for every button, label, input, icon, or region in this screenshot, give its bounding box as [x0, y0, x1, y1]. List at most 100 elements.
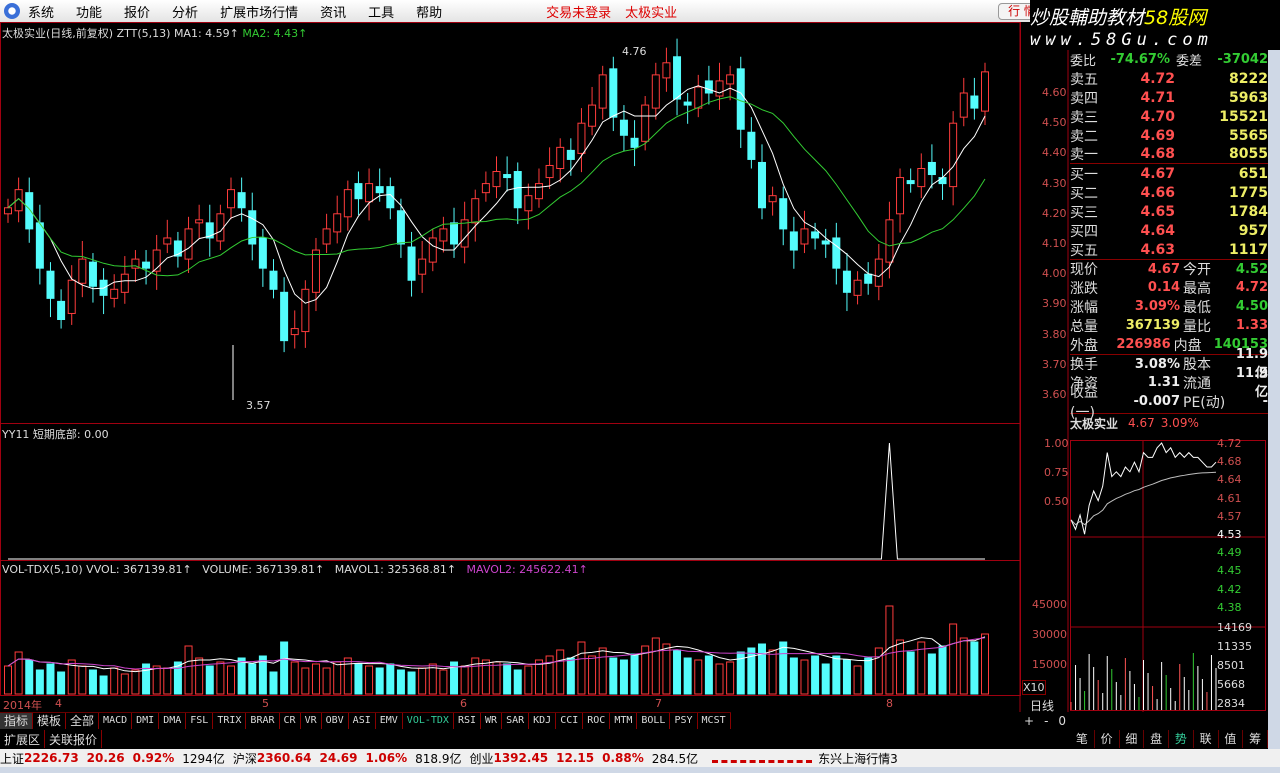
tab-emv[interactable]: EMV — [376, 713, 403, 729]
volume-bar-down — [673, 649, 682, 695]
stat-value: -0.007 — [1133, 394, 1180, 409]
tab-asi[interactable]: ASI — [349, 713, 376, 729]
index-change: 20.26 — [86, 751, 125, 765]
mini-tab[interactable]: 价 — [1095, 730, 1120, 748]
tab-macd[interactable]: MACD — [99, 713, 133, 729]
stat-label: 今开 — [1183, 262, 1211, 278]
mini-tab[interactable]: 筹 — [1243, 730, 1268, 748]
panel-frame — [0, 22, 1021, 424]
period-label[interactable]: 日线 — [1030, 697, 1054, 714]
stat-value: 3.09% — [1134, 299, 1180, 314]
candle-down — [258, 237, 267, 269]
candle-down — [864, 273, 873, 284]
tab-fsl[interactable]: FSL — [186, 713, 214, 729]
volume-bar-down — [619, 659, 628, 695]
tab-brar[interactable]: BRAR — [246, 713, 280, 729]
vertical-scrollbar[interactable] — [1268, 50, 1280, 750]
mini-tab[interactable]: 细 — [1120, 730, 1145, 748]
tab-psy[interactable]: PSY — [670, 713, 698, 729]
volume-tick: 30000 — [1032, 628, 1067, 641]
candle-down — [142, 261, 151, 269]
tab-dma[interactable]: DMA — [159, 713, 187, 729]
tab-rsi[interactable]: RSI — [454, 713, 482, 729]
quote-panel: 委比 -74.67% 委差 -37042 卖五 4.72 8222 卖四 4.71 5963 卖三… — [1070, 52, 1268, 431]
volume-bar-up — [322, 667, 331, 695]
tab-cr[interactable]: CR — [280, 713, 301, 729]
mini-tab[interactable]: 盘 — [1144, 730, 1169, 748]
zoom-in-button[interactable]: + — [1024, 714, 1034, 728]
stat-label: 涨幅 — [1070, 299, 1098, 316]
index-change: 24.69 — [319, 751, 358, 765]
tab-kdj[interactable]: KDJ — [529, 713, 557, 729]
candle-down — [46, 270, 55, 299]
order-row: 买四 4.64 957 — [1070, 221, 1268, 240]
mini-tab[interactable]: 笔 — [1070, 730, 1095, 748]
tab-obv[interactable]: OBV — [322, 713, 349, 729]
volume-bar-down — [842, 659, 851, 695]
stat-value: 4.67 — [1147, 261, 1180, 277]
order-row: 卖一 4.68 8055 — [1070, 145, 1268, 164]
order-price: 4.66 — [1140, 184, 1175, 201]
price-tick: 4.50 — [1042, 116, 1067, 130]
volume-bar-up — [460, 665, 469, 695]
candle-up — [481, 183, 490, 194]
volume-bar-down — [35, 669, 44, 695]
candle-up — [598, 74, 607, 109]
indicator-tick: 0.50 — [1044, 495, 1069, 508]
volume-bar-up — [896, 639, 905, 695]
candle-up — [726, 74, 735, 85]
order-volume: 5963 — [1229, 89, 1268, 106]
order-price: 4.71 — [1140, 89, 1175, 106]
order-level: 买四 — [1070, 223, 1098, 240]
candle-down — [630, 137, 639, 148]
mini-tab[interactable]: 势 — [1169, 730, 1194, 748]
tab-mcst[interactable]: MCST — [698, 713, 731, 729]
index-name: 创业 — [469, 751, 494, 766]
volume-bar-down — [747, 647, 756, 695]
tab-roc[interactable]: ROC — [583, 713, 611, 729]
tab-dmi[interactable]: DMI — [132, 713, 160, 729]
mini-price-tick: 4.64 — [1217, 473, 1242, 487]
order-row: 卖三 4.70 15521 — [1070, 107, 1268, 126]
volume-bar-up — [301, 667, 310, 695]
mini-tab[interactable]: 联 — [1194, 730, 1219, 748]
tab-ext-area[interactable]: 扩展区 — [0, 730, 46, 748]
tab-vol-tdx[interactable]: VOL-TDX — [403, 713, 454, 729]
connection-indicator-icon — [712, 753, 813, 763]
zoom-reset-button[interactable]: 0 — [1058, 714, 1066, 728]
tab-指标[interactable]: 指标 — [0, 713, 34, 729]
tab-wr[interactable]: WR — [481, 713, 503, 729]
candle-down — [396, 210, 405, 245]
tab-trix[interactable]: TRIX — [213, 713, 247, 729]
index-turnover: 818.9亿 — [415, 751, 462, 766]
tab-mtm[interactable]: MTM — [610, 713, 638, 729]
candle-up — [556, 146, 565, 169]
tab-sar[interactable]: SAR — [502, 713, 530, 729]
mini-price-tick: 4.45 — [1217, 564, 1242, 578]
candle-up — [216, 213, 225, 242]
tab-related-quote[interactable]: 关联报价 — [45, 730, 103, 748]
tab-全部[interactable]: 全部 — [66, 713, 100, 729]
tab-vr[interactable]: VR — [301, 713, 322, 729]
kline-chart[interactable] — [0, 0, 1070, 712]
volume-bar-down — [99, 675, 108, 695]
volume-bar-down — [237, 657, 246, 695]
intraday-avg-line — [1070, 471, 1217, 526]
volume-bar-up — [492, 661, 501, 695]
zoom-out-button[interactable]: - — [1044, 714, 1048, 728]
mini-tab[interactable]: 值 — [1219, 730, 1244, 748]
month-label: 6 — [460, 697, 467, 710]
volume-bar-down — [566, 657, 575, 695]
tab-cci[interactable]: CCI — [556, 713, 584, 729]
index-pct: 0.88% — [602, 751, 644, 765]
tab-模板[interactable]: 模板 — [33, 713, 67, 729]
candle-up — [641, 104, 650, 142]
volume-bar-up — [195, 657, 204, 695]
volume-bar-up — [290, 661, 299, 695]
volume-bar-up — [227, 665, 236, 695]
tab-boll[interactable]: BOLL — [637, 713, 671, 729]
volume-bar-up — [949, 623, 958, 695]
mini-price-tick: 4.49 — [1217, 546, 1242, 560]
volume-bar-up — [726, 661, 735, 695]
stat-value: 3.08% — [1134, 356, 1180, 372]
